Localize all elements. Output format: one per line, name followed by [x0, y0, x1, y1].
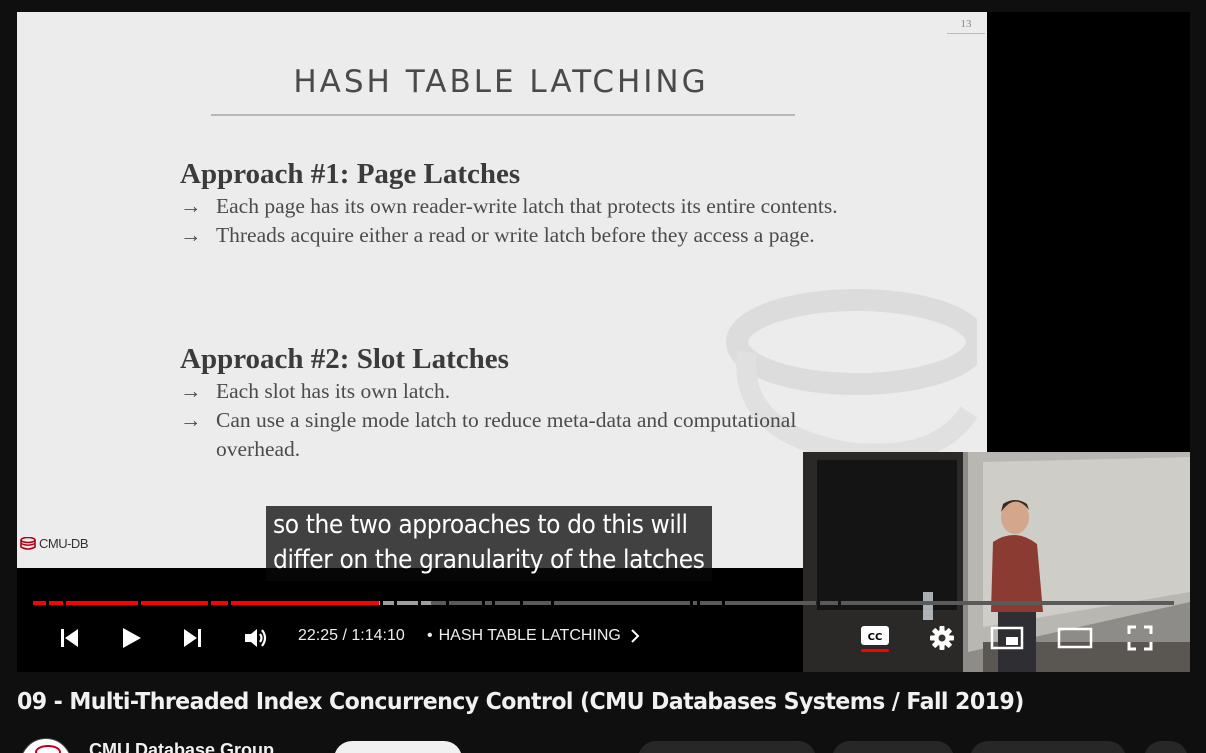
cmu-db-logo: CMU-DB	[19, 536, 89, 551]
svg-text:CC: CC	[868, 632, 883, 643]
database-logo-icon	[20, 537, 36, 550]
progress-segment	[495, 601, 520, 605]
volume-button[interactable]	[239, 618, 273, 658]
arrow-icon: →	[180, 194, 202, 218]
settings-button[interactable]	[924, 618, 960, 658]
volume-icon	[245, 629, 267, 647]
channel-name[interactable]: CMU Database Group	[89, 740, 274, 753]
fullscreen-button[interactable]	[1123, 618, 1157, 658]
caption-line: differ on the granularity of the latches	[273, 545, 705, 575]
progress-segment	[841, 601, 1174, 605]
progress-segment	[211, 601, 228, 605]
slide-bullet: → Each page has its own reader-write latc…	[180, 192, 856, 221]
previous-icon	[61, 629, 78, 647]
caption-line: so the two approaches to do this will	[273, 510, 688, 540]
more-actions-button[interactable]	[1144, 741, 1188, 753]
slide-number: 13	[947, 18, 985, 34]
database-logo-icon	[35, 745, 61, 753]
title-divider	[211, 114, 795, 116]
chevron-right-icon	[631, 629, 640, 643]
progress-segment	[33, 601, 47, 605]
chapter-button[interactable]: • HASH TABLE LATCHING	[427, 627, 643, 645]
next-icon	[184, 629, 201, 647]
progress-bar[interactable]	[33, 601, 1174, 605]
progress-segment	[397, 601, 419, 605]
share-button[interactable]	[832, 741, 954, 753]
progress-segment	[431, 601, 446, 605]
theater-mode-button[interactable]	[1055, 618, 1095, 658]
miniplayer-button[interactable]	[989, 618, 1025, 658]
progress-segment	[448, 601, 483, 605]
progress-segment	[553, 601, 690, 605]
progress-segment	[230, 601, 379, 605]
slide-bullet: → Can use a single mode latch to reduce m…	[180, 408, 797, 461]
slide-section-page-latches: Approach #1: Page Latches → Each page has…	[180, 158, 856, 250]
section-heading: Approach #2: Slot Latches	[180, 343, 509, 375]
chapter-separator: •	[427, 627, 433, 644]
miniplayer-icon	[990, 626, 1024, 650]
progress-segment	[522, 601, 551, 605]
previous-button[interactable]	[53, 618, 85, 658]
progress-segment	[819, 601, 839, 605]
progress-segment	[378, 601, 380, 605]
theater-mode-icon	[1057, 627, 1093, 649]
progress-segment	[421, 601, 432, 605]
play-icon	[123, 628, 141, 648]
arrow-icon: →	[180, 223, 202, 247]
arrow-icon: →	[180, 408, 202, 432]
player-controls: 22:25 / 1:14:10 • HASH TABLE LATCHING CC	[17, 618, 1190, 672]
progress-segment	[692, 601, 697, 605]
progress-segment	[382, 601, 395, 605]
arrow-icon: →	[180, 379, 202, 403]
next-button[interactable]	[177, 618, 209, 658]
logo-text: CMU-DB	[39, 536, 89, 551]
section-heading: Approach #1: Page Latches	[180, 158, 521, 190]
progress-segment	[66, 601, 138, 605]
chapter-title: HASH TABLE LATCHING	[438, 627, 621, 644]
progress-segment	[49, 601, 64, 605]
slide-section-slot-latches: Approach #2: Slot Latches → Each slot has…	[180, 343, 856, 464]
fullscreen-icon	[1127, 625, 1153, 651]
slide-title: HASH TABLE LATCHING	[293, 64, 709, 100]
slide-bullet: → Each slot has its own latch.	[180, 377, 856, 406]
captions-icon: CC	[861, 626, 889, 652]
captions-button[interactable]: CC	[857, 618, 893, 658]
like-dislike-button[interactable]	[638, 741, 816, 753]
settings-icon	[930, 626, 954, 650]
slide-bullet: → Threads acquire either a read or write …	[180, 221, 856, 250]
play-button[interactable]	[115, 618, 147, 658]
closed-caption: so the two approaches to do this will di…	[266, 506, 712, 581]
video-player[interactable]: 13 HASH TABLE LATCHING Approach #1: Page…	[17, 12, 1190, 672]
channel-avatar[interactable]	[20, 738, 72, 753]
download-button[interactable]	[970, 741, 1126, 753]
progress-segment	[485, 601, 493, 605]
progress-segment	[699, 601, 722, 605]
channel-row: CMU Database Group	[0, 735, 1206, 753]
progress-segment	[724, 601, 817, 605]
video-title: 09 - Multi-Threaded Index Concurrency Co…	[17, 689, 1024, 715]
time-display: 22:25 / 1:14:10	[298, 627, 405, 644]
progress-segment	[140, 601, 209, 605]
subscribe-button[interactable]	[334, 741, 462, 753]
